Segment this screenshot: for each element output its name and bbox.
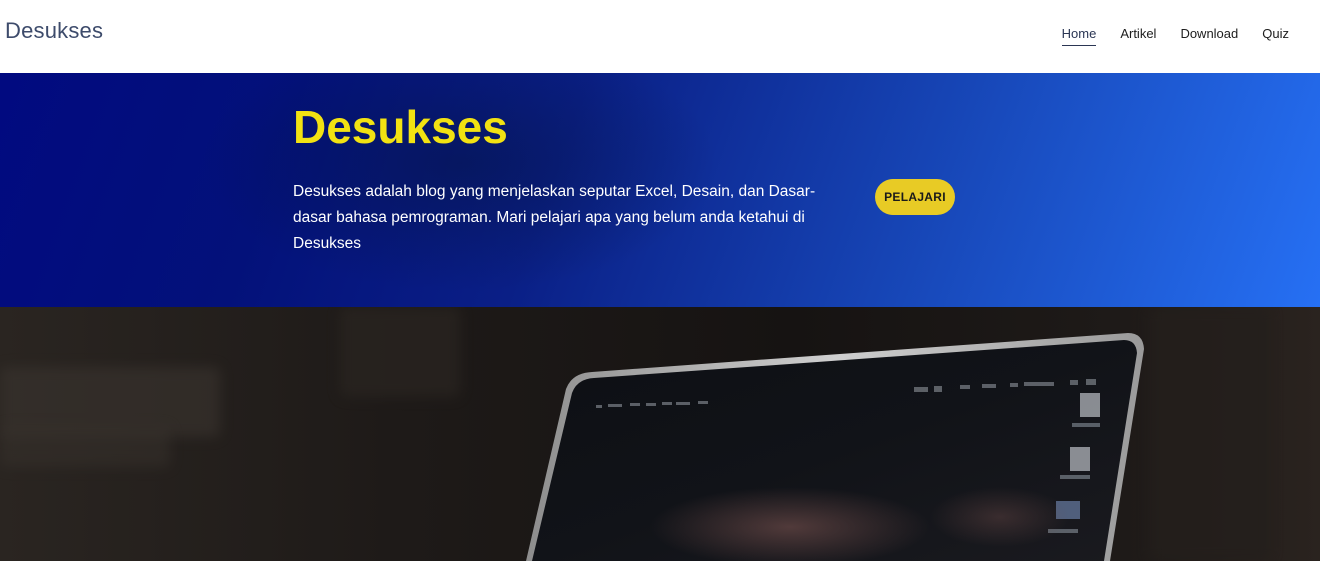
nav-link-artikel[interactable]: Artikel [1120,26,1156,46]
hero-section: Desukses Desukses adalah blog yang menje… [0,73,1320,307]
navbar: Desukses Home Artikel Download Quiz [0,0,1320,73]
nav-link-download[interactable]: Download [1180,26,1238,46]
pelajari-button[interactable]: PELAJARI [875,179,955,215]
nav-link-home[interactable]: Home [1061,26,1097,46]
brand-logo[interactable]: Desukses [5,18,103,44]
nav-link-quiz[interactable]: Quiz [1262,26,1289,46]
hero-description: Desukses adalah blog yang menjelaskan se… [293,183,816,252]
laptop-icon [526,333,1144,561]
laptop-photo [0,307,1320,561]
nav-links: Home Artikel Download Quiz [1061,26,1289,46]
hero-title: Desukses [293,101,508,153]
